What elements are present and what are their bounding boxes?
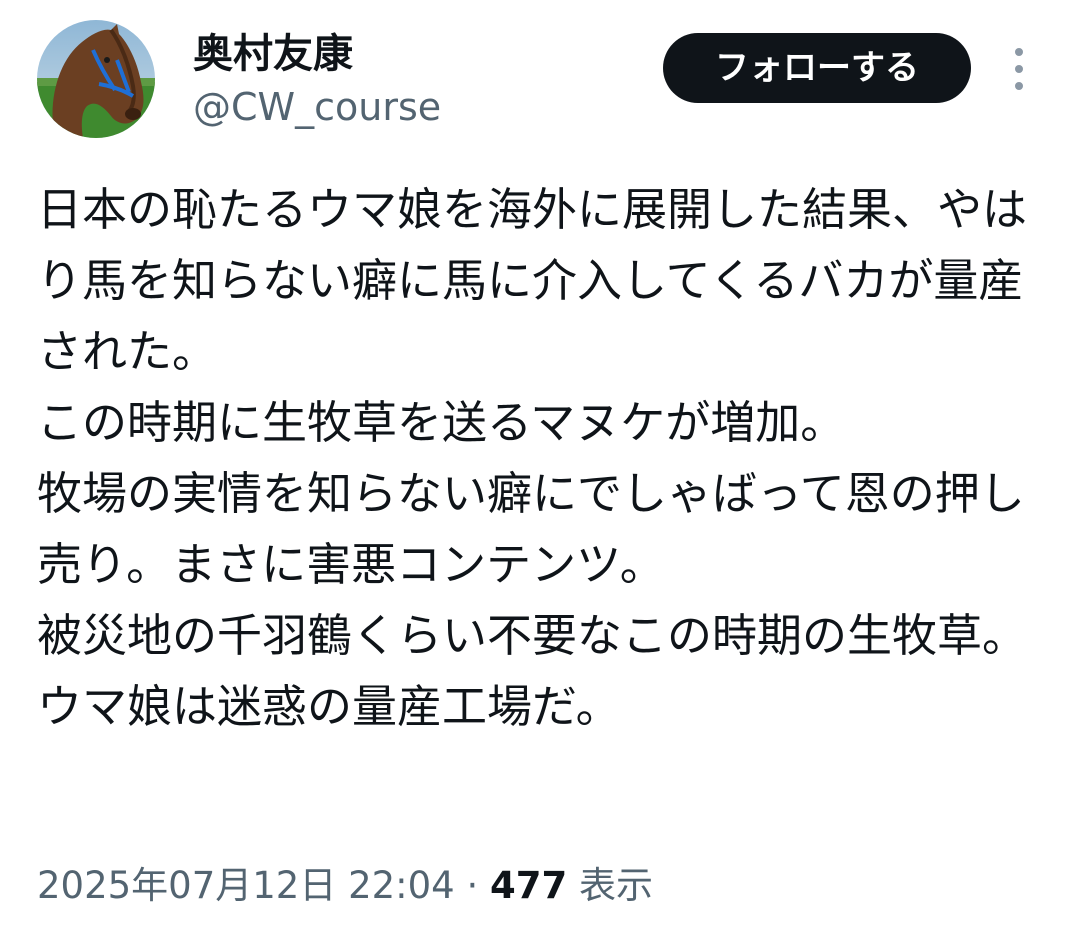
timestamp[interactable]: 2025年07月12日 22:04 [37, 864, 455, 907]
more-vertical-icon[interactable] [1006, 46, 1032, 92]
views-label: 表示 [579, 864, 654, 907]
tweet-header: 奥村友康 @CW_course フォローする [0, 0, 1080, 150]
tweet-meta: 2025年07月12日 22:04 · 477 表示 [37, 858, 653, 914]
avatar[interactable] [37, 20, 155, 138]
user-handle[interactable]: @CW_course [193, 84, 441, 130]
display-name[interactable]: 奥村友康 [193, 30, 353, 78]
meta-separator: · [466, 864, 479, 907]
tweet-text: 日本の恥たるウマ娘を海外に展開した結果、やはり馬を知らない癖に馬に介入してくるバ… [37, 183, 1028, 733]
views-count: 477 [490, 864, 568, 907]
horse-avatar-icon [37, 20, 155, 138]
follow-button[interactable]: フォローする [663, 33, 971, 103]
